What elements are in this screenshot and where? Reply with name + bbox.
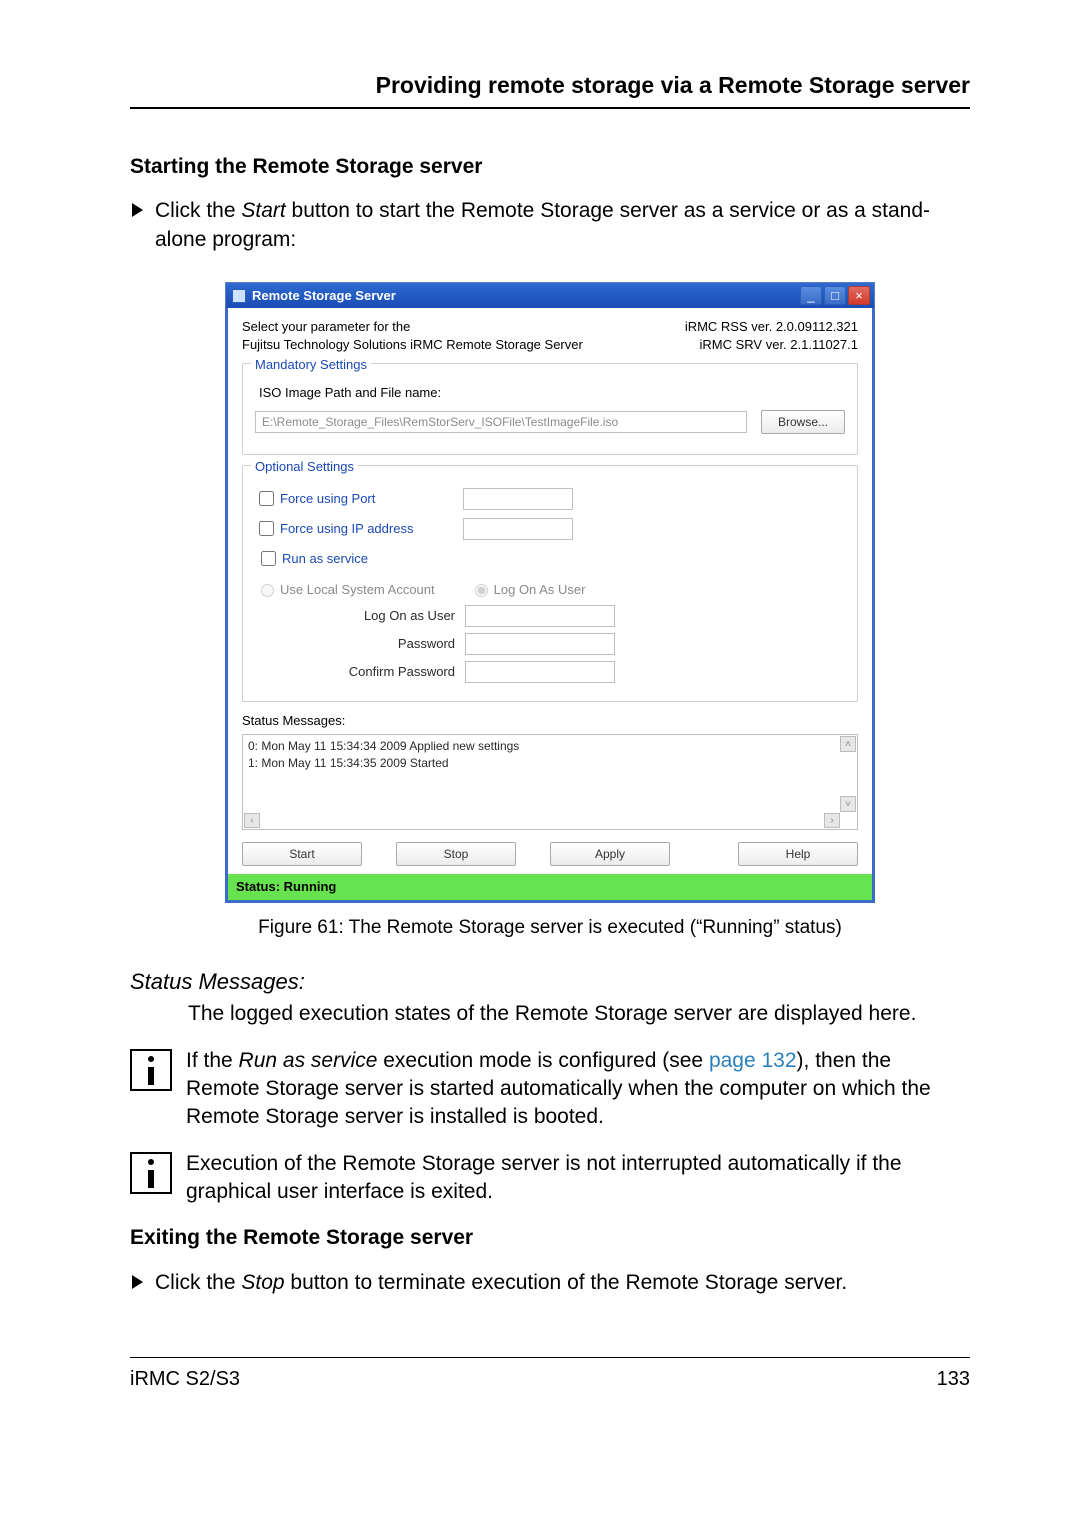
- iso-path-label: ISO Image Path and File name:: [259, 384, 845, 402]
- footer-left: iRMC S2/S3: [130, 1366, 240, 1393]
- version-srv: iRMC SRV ver. 2.1.11027.1: [685, 336, 858, 354]
- cred-user-input[interactable]: [465, 605, 615, 627]
- step-start-prefix: Click the: [155, 199, 241, 222]
- log-line-1: 0: Mon May 11 15:34:34 2009 Applied new …: [248, 738, 839, 754]
- scroll-left-icon[interactable]: ‹: [244, 813, 260, 828]
- step-exit-suffix: button to terminate execution of the Rem…: [285, 1271, 848, 1294]
- status-messages-label: Status Messages:: [242, 712, 858, 730]
- minimize-icon[interactable]: _: [800, 286, 822, 305]
- def-term: Status Messages:: [130, 967, 970, 997]
- log-on-as-user-radio[interactable]: [475, 584, 488, 597]
- info-icon: [130, 1152, 172, 1194]
- step-text: Click the Stop button to terminate execu…: [155, 1269, 970, 1297]
- info1-prefix: If the: [186, 1049, 239, 1072]
- scroll-right-icon[interactable]: ›: [824, 813, 840, 828]
- info1-page-link[interactable]: page 132: [709, 1049, 797, 1072]
- scroll-down-icon[interactable]: ˅: [840, 796, 856, 812]
- cred-pass-input[interactable]: [465, 633, 615, 655]
- force-port-input[interactable]: [463, 488, 573, 510]
- help-button[interactable]: Help: [738, 842, 858, 866]
- step-exit-prefix: Click the: [155, 1271, 241, 1294]
- cred-conf-input[interactable]: [465, 661, 615, 683]
- iso-path-input[interactable]: [255, 411, 747, 433]
- dialog-body: Select your parameter for the Fujitsu Te…: [225, 308, 875, 903]
- cred-conf-label: Confirm Password: [255, 663, 455, 681]
- optional-legend: Optional Settings: [251, 458, 358, 476]
- section-exit-title: Exiting the Remote Storage server: [130, 1224, 970, 1252]
- step-exit-button-name: Stop: [241, 1271, 284, 1294]
- log-line-2: 1: Mon May 11 15:34:35 2009 Started: [248, 755, 839, 771]
- mandatory-legend: Mandatory Settings: [251, 356, 371, 374]
- page-footer: iRMC S2/S3 133: [130, 1357, 970, 1393]
- force-ip-input[interactable]: [463, 518, 573, 540]
- page-header: Providing remote storage via a Remote St…: [130, 70, 970, 109]
- apply-button[interactable]: Apply: [550, 842, 670, 866]
- force-ip-checkbox[interactable]: [259, 521, 274, 536]
- step-exit: Click the Stop button to terminate execu…: [130, 1269, 970, 1297]
- app-icon: [232, 289, 246, 303]
- scroll-up-icon[interactable]: ˄: [840, 736, 856, 752]
- stop-button[interactable]: Stop: [396, 842, 516, 866]
- step-text: Click the Start button to start the Remo…: [155, 197, 970, 254]
- intro-line-1: Select your parameter for the: [242, 318, 583, 336]
- force-port-checkbox[interactable]: [259, 491, 274, 506]
- info-text-2: Execution of the Remote Storage server i…: [186, 1150, 970, 1207]
- close-icon[interactable]: ×: [848, 286, 870, 305]
- browse-button[interactable]: Browse...: [761, 410, 845, 434]
- start-button[interactable]: Start: [242, 842, 362, 866]
- cred-user-label: Log On as User: [255, 607, 455, 625]
- version-rss: iRMC RSS ver. 2.0.09112.321: [685, 318, 858, 336]
- section-start-title: Starting the Remote Storage server: [130, 153, 970, 181]
- dialog-titlebar[interactable]: Remote Storage Server _ □ ×: [225, 282, 875, 308]
- info-icon: [130, 1049, 172, 1091]
- dialog-title: Remote Storage Server: [252, 287, 800, 305]
- step-arrow-icon: [132, 1275, 143, 1289]
- log-on-as-user-label: Log On As User: [494, 581, 586, 599]
- cred-pass-label: Password: [255, 635, 455, 653]
- figure-caption: Figure 61: The Remote Storage server is …: [130, 915, 970, 941]
- step-start-button-name: Start: [241, 199, 285, 222]
- maximize-icon[interactable]: □: [824, 286, 846, 305]
- footer-right: 133: [937, 1366, 970, 1393]
- step-arrow-icon: [132, 203, 143, 217]
- remote-storage-dialog: Remote Storage Server _ □ × Select your …: [225, 282, 875, 903]
- step-start: Click the Start button to start the Remo…: [130, 197, 970, 254]
- mandatory-group: Mandatory Settings ISO Image Path and Fi…: [242, 363, 858, 455]
- info-text-1: If the Run as service execution mode is …: [186, 1047, 970, 1132]
- run-as-service-checkbox[interactable]: [261, 551, 276, 566]
- local-system-radio[interactable]: [261, 584, 274, 597]
- info1-mode: Run as service: [239, 1049, 378, 1072]
- force-ip-label: Force using IP address: [280, 520, 413, 538]
- info1-mid: execution mode is configured (see: [377, 1049, 709, 1072]
- status-bar: Status: Running: [228, 874, 872, 900]
- force-port-label: Force using Port: [280, 490, 375, 508]
- optional-group: Optional Settings Force using Port Force…: [242, 465, 858, 702]
- local-system-label: Use Local System Account: [280, 581, 435, 599]
- intro-line-2: Fujitsu Technology Solutions iRMC Remote…: [242, 336, 583, 354]
- run-as-service-label: Run as service: [282, 550, 368, 568]
- status-log-box[interactable]: 0: Mon May 11 15:34:34 2009 Applied new …: [242, 734, 858, 830]
- def-body: The logged execution states of the Remot…: [188, 1000, 970, 1028]
